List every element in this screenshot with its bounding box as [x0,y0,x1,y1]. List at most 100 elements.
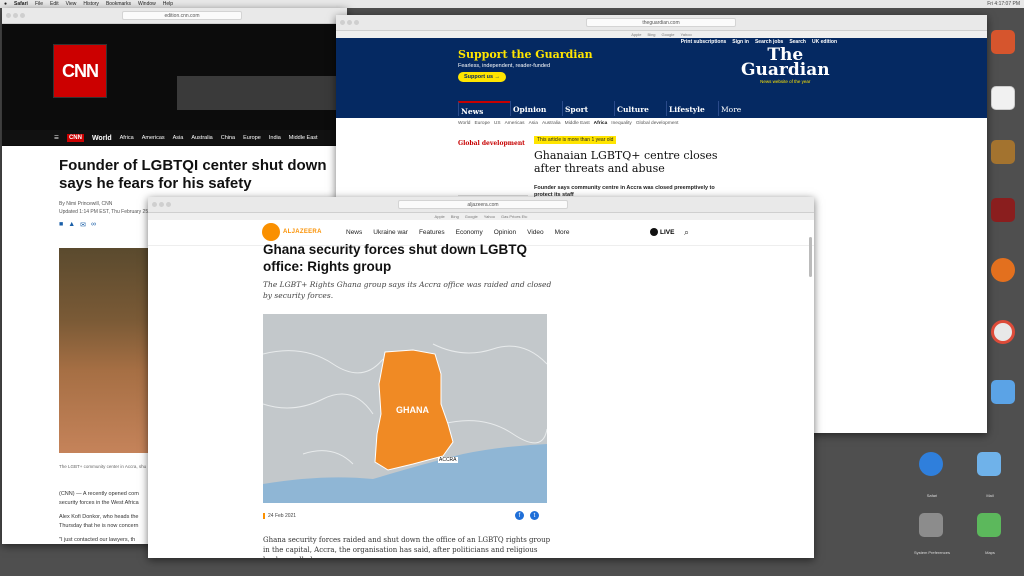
nav-australia[interactable]: Australia [191,135,212,141]
subnav-inequality[interactable]: Inequality [611,121,632,126]
favorite-link[interactable]: Google [662,32,675,37]
support-tagline: Fearless, independent, reader-funded [458,63,551,69]
pillar-culture[interactable]: Culture [614,101,666,116]
calendar-icon[interactable] [991,86,1015,110]
maps-icon[interactable] [977,513,1001,537]
zoom-icon[interactable] [20,13,25,18]
favorite-link[interactable]: Bing [451,214,459,219]
dictionary-icon[interactable] [991,198,1015,222]
cnn-url-bar[interactable]: edition.cnn.com [122,11,242,20]
favorite-link[interactable]: Yahoo [680,32,691,37]
edition-selector[interactable]: UK edition [812,39,837,45]
guardian-title-bar[interactable]: theguardian.com [336,15,987,31]
menu-history[interactable]: History [83,1,99,7]
pillar-more[interactable]: More [718,101,770,116]
zoom-icon[interactable] [166,202,171,207]
menu-bookmarks[interactable]: Bookmarks [106,1,131,7]
nav-india[interactable]: India [269,135,281,141]
nav-americas[interactable]: Americas [142,135,165,141]
aj-url-bar[interactable]: aljazeera.com [398,200,568,209]
chrome-icon[interactable] [991,320,1015,344]
nav-video[interactable]: Video [527,229,544,236]
favorite-link[interactable]: Bing [648,32,656,37]
app-icon-finder[interactable] [991,30,1015,54]
nav-asia[interactable]: Asia [173,135,184,141]
menu-safari[interactable]: Safari [14,1,28,7]
notes-icon[interactable] [991,140,1015,164]
print-subscriptions-link[interactable]: Print subscriptions [681,39,727,45]
dock-label-maps: Maps [985,550,995,555]
minimize-icon[interactable] [13,13,18,18]
menu-view[interactable]: View [66,1,77,7]
facebook-icon[interactable]: f [515,511,524,520]
guardian-logo[interactable]: The Guardian News website of the year [741,47,830,85]
aj-title-bar[interactable]: aljazeera.com [148,197,814,213]
menu-edit[interactable]: Edit [50,1,59,7]
nav-china[interactable]: China [221,135,235,141]
nav-middle-east[interactable]: Middle East [289,135,318,141]
subnav-us[interactable]: US [494,121,501,126]
section-label[interactable]: Global development [458,140,525,147]
pillar-sport[interactable]: Sport [562,101,614,116]
nav-europe[interactable]: Europe [243,135,261,141]
firefox-icon[interactable] [991,258,1015,282]
link-icon[interactable]: ∞ [91,221,96,229]
cnn-nav-logo[interactable]: CNN [66,134,84,142]
sign-in-link[interactable]: Sign in [732,39,749,45]
favorite-link[interactable]: Google [465,214,478,219]
twitter-icon[interactable]: t [530,511,539,520]
nav-features[interactable]: Features [419,229,445,236]
menu-apple[interactable]: ● [4,1,7,7]
cnn-logo[interactable]: CNN [53,44,107,98]
guardian-url-bar[interactable]: theguardian.com [586,18,736,27]
subnav-americas[interactable]: Americas [505,121,525,126]
aljazeera-logo[interactable]: ALJAZEERA [262,223,322,241]
minimize-icon[interactable] [159,202,164,207]
zoom-icon[interactable] [354,20,359,25]
search-icon[interactable]: ⌕ [684,227,689,238]
close-icon[interactable] [6,13,11,18]
menu-help[interactable]: Help [163,1,173,7]
preview-icon[interactable] [991,380,1015,404]
pillar-lifestyle[interactable]: Lifestyle [666,101,718,116]
byline-author[interactable]: By Nimi Princewill, CNN [59,200,148,208]
nav-africa[interactable]: Africa [120,135,134,141]
favorite-link[interactable]: Apple [435,214,445,219]
live-button[interactable]: LIVE [650,228,674,236]
nav-world[interactable]: World [92,135,112,142]
age-warning-badge: This article is more than 1 year old [534,136,617,144]
menu-file[interactable]: File [35,1,43,7]
close-icon[interactable] [152,202,157,207]
pillar-opinion[interactable]: Opinion [510,101,562,116]
subnav-africa[interactable]: Africa [594,121,608,126]
subnav-australia[interactable]: Australia [542,121,561,126]
gear-icon[interactable] [919,513,943,537]
email-icon[interactable]: ✉ [80,221,86,229]
twitter-icon[interactable]: ▲ [68,221,75,229]
support-button[interactable]: Support us → [458,72,507,82]
subnav-world[interactable]: World [458,121,470,126]
menu-clock[interactable]: Fri 4:17:07 PM [987,1,1020,7]
cnn-title-bar[interactable]: edition.cnn.com [2,8,347,24]
nav-economy[interactable]: Economy [456,229,483,236]
nav-opinion[interactable]: Opinion [494,229,516,236]
favorite-link[interactable]: Gas Prices Etc [501,214,527,219]
minimize-icon[interactable] [347,20,352,25]
menu-window[interactable]: Window [138,1,156,7]
close-icon[interactable] [340,20,345,25]
favorite-link[interactable]: Apple [631,32,641,37]
nav-news[interactable]: News [346,229,362,236]
pillar-news[interactable]: News [458,101,510,116]
scrollbar[interactable] [809,237,812,277]
subnav-middle-east[interactable]: Middle East [565,121,590,126]
subnav-global-development[interactable]: Global development [636,121,679,126]
hamburger-icon[interactable]: ☰ [54,135,59,141]
favorite-link[interactable]: Yahoo [484,214,495,219]
mail-icon[interactable] [977,452,1001,476]
nav-more[interactable]: More [555,229,570,236]
safari-icon[interactable] [919,452,943,476]
subnav-europe[interactable]: Europe [474,121,489,126]
nav-ukraine-war[interactable]: Ukraine war [373,229,408,236]
subnav-asia[interactable]: Asia [529,121,538,126]
facebook-icon[interactable]: ■ [59,221,63,229]
